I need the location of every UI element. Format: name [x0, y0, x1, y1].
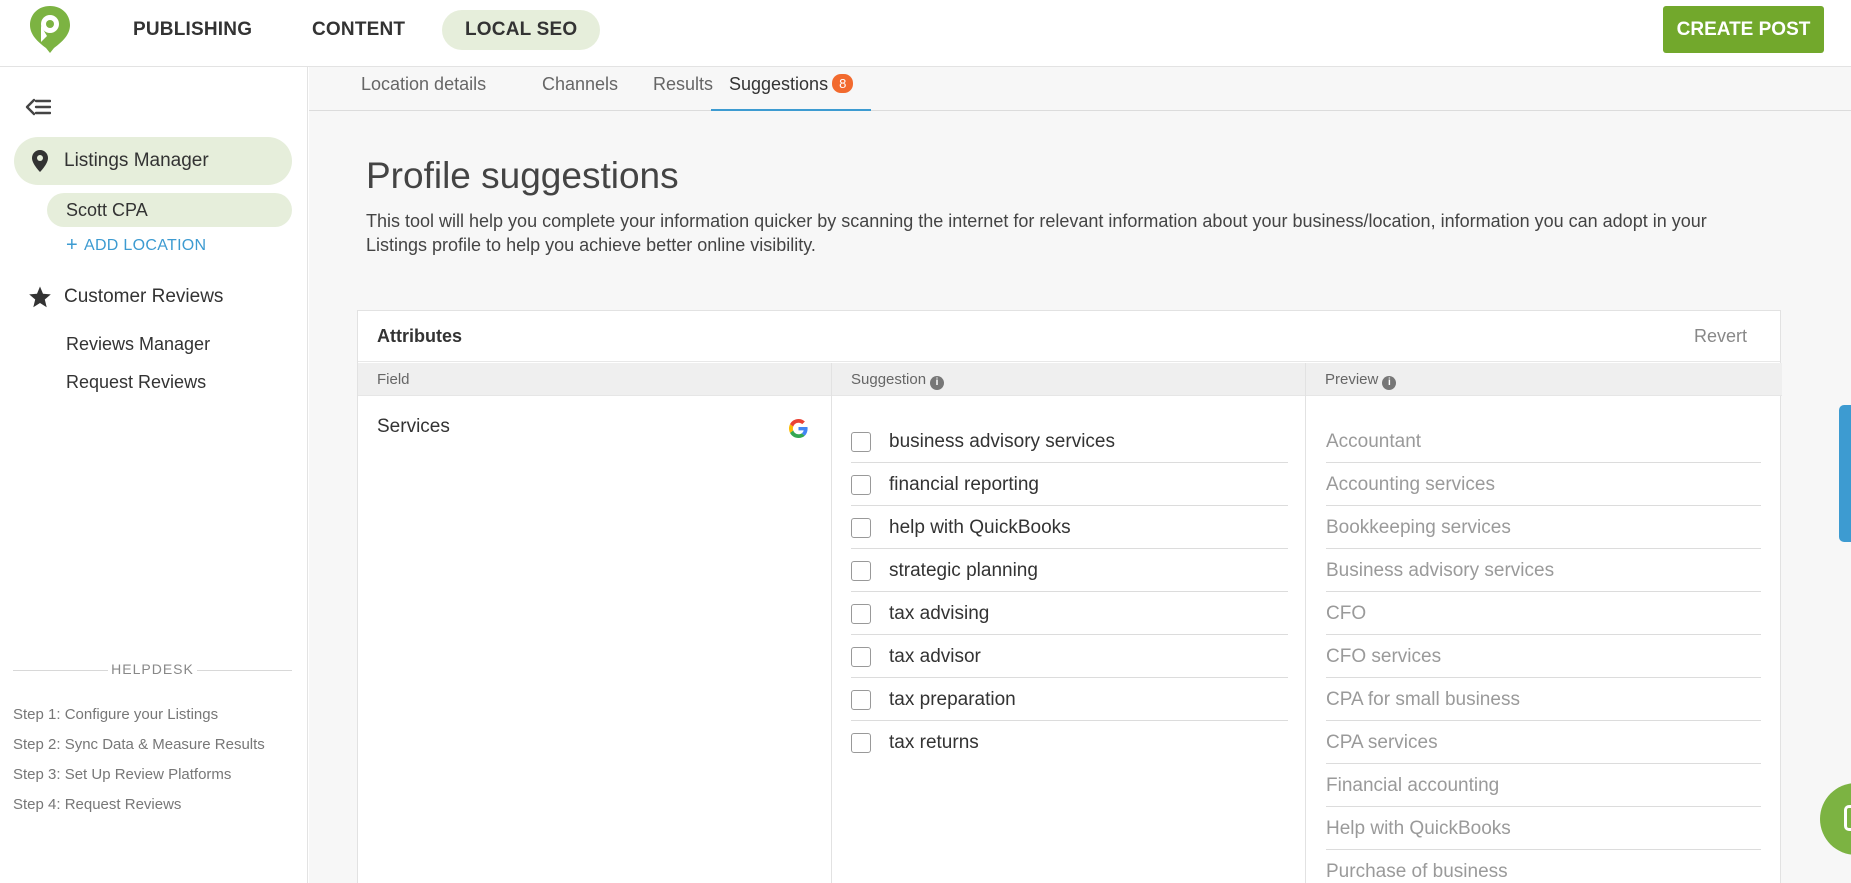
preview-item: Business advisory services: [1326, 549, 1761, 592]
add-location-label: ADD LOCATION: [83, 237, 207, 254]
attributes-card: Attributes Revert Field Suggestion i Prev…: [357, 310, 1782, 883]
feedback-side-tab[interactable]: [1839, 405, 1851, 542]
suggestion-checkbox[interactable]: [851, 733, 871, 753]
sidebar-item-request-reviews[interactable]: Request Reviews: [47, 365, 292, 399]
suggestion-label: tax advising: [889, 603, 990, 624]
suggestion-label: financial reporting: [889, 474, 1039, 495]
suggestion-checkbox[interactable]: [851, 518, 871, 538]
suggestion-checkbox[interactable]: [851, 475, 871, 495]
suggestion-checkbox[interactable]: [851, 647, 871, 667]
sidebar-location-scott-cpa[interactable]: Scott CPA: [47, 193, 292, 227]
suggestion-label: help with QuickBooks: [889, 517, 1071, 538]
suggestion-label: tax advisor: [889, 646, 981, 667]
create-post-button[interactable]: CREATE POST: [1663, 6, 1824, 53]
suggestions-count-badge: 8: [832, 74, 854, 93]
sidebar-item-label: Customer Reviews: [64, 286, 224, 307]
suggestion-item[interactable]: tax advising: [851, 592, 1288, 635]
helpdesk-step-4[interactable]: Step 4: Request Reviews: [13, 796, 181, 813]
divider: [197, 670, 292, 671]
suggestion-item[interactable]: tax advisor: [851, 635, 1288, 678]
suggestion-label: tax returns: [889, 732, 979, 753]
nav-publishing[interactable]: PUBLISHING: [110, 10, 275, 50]
nav-local-seo[interactable]: LOCAL SEO: [442, 10, 601, 50]
helpdesk-step-1[interactable]: Step 1: Configure your Listings: [13, 706, 218, 723]
map-pin-icon: [32, 150, 48, 172]
suggestion-label: strategic planning: [889, 560, 1038, 581]
tab-channels[interactable]: Channels: [524, 67, 636, 111]
tab-suggestions[interactable]: Suggestions 8: [711, 67, 872, 111]
column-header-field: Field: [358, 363, 831, 396]
preview-item: CPA for small business: [1326, 678, 1761, 721]
preview-item: Purchase of business: [1326, 850, 1761, 883]
suggestion-checkbox[interactable]: [851, 604, 871, 624]
suggestion-item[interactable]: help with QuickBooks: [851, 506, 1288, 549]
nav-content[interactable]: CONTENT: [289, 10, 428, 50]
suggestion-list: business advisory services financial rep…: [832, 311, 1305, 883]
helpdesk-header: HELPDESK: [13, 660, 292, 680]
main-content: Location details Channels Results Sugges…: [309, 67, 1851, 883]
suggestion-item[interactable]: tax returns: [851, 721, 1288, 764]
helpdesk-step-2[interactable]: Step 2: Sync Data & Measure Results: [13, 736, 265, 753]
star-icon: [29, 286, 51, 308]
sidebar-item-reviews-manager[interactable]: Reviews Manager: [47, 327, 292, 361]
sidebar-item-listings-manager[interactable]: Listings Manager: [14, 137, 292, 185]
sidebar: Listings Manager Scott CPA + ADD LOCATION…: [0, 67, 308, 883]
preview-item: CPA services: [1326, 721, 1761, 764]
preview-item: CFO services: [1326, 635, 1761, 678]
preview-item: CFO: [1326, 592, 1761, 635]
tab-suggestions-label: Suggestions: [729, 74, 829, 94]
page-description: This tool will help you complete your in…: [366, 211, 1707, 255]
preview-item: Bookkeeping services: [1326, 506, 1761, 549]
preview-item: Help with QuickBooks: [1326, 807, 1761, 850]
preview-list: Accountant Accounting services Bookkeepi…: [1306, 311, 1782, 883]
suggestion-checkbox[interactable]: [851, 432, 871, 452]
collapse-sidebar-icon[interactable]: [25, 96, 51, 118]
preview-item: Accountant: [1326, 420, 1761, 463]
helpdesk-title: HELPDESK: [111, 661, 194, 677]
top-bar: PUBLISHING CONTENT LOCAL SEO CREATE POST: [0, 0, 1851, 67]
suggestion-item[interactable]: financial reporting: [851, 463, 1288, 506]
preview-item: Accounting services: [1326, 463, 1761, 506]
suggestion-checkbox[interactable]: [851, 561, 871, 581]
suggestion-item[interactable]: strategic planning: [851, 549, 1288, 592]
suggestion-checkbox[interactable]: [851, 690, 871, 710]
page-title: Profile suggestions: [366, 155, 679, 196]
plus-icon: +: [66, 234, 78, 256]
suggestion-item[interactable]: tax preparation: [851, 678, 1288, 721]
sidebar-item-customer-reviews[interactable]: Customer Reviews: [14, 273, 292, 321]
tab-bar: Location details Channels Results Sugges…: [309, 67, 1851, 111]
column-header-label: Field: [377, 371, 410, 388]
tab-location-details[interactable]: Location details: [343, 67, 504, 111]
brand-logo-icon[interactable]: [28, 4, 72, 54]
suggestion-label: business advisory services: [889, 431, 1115, 452]
suggestion-label: tax preparation: [889, 689, 1016, 710]
add-location-link[interactable]: + ADD LOCATION: [66, 233, 206, 256]
helpdesk-step-3[interactable]: Step 3: Set Up Review Platforms: [13, 766, 231, 783]
chat-icon: [1844, 805, 1851, 831]
sidebar-item-label: Listings Manager: [64, 150, 209, 171]
field-name-services: Services: [377, 416, 450, 437]
google-icon: [789, 419, 808, 438]
suggestion-item[interactable]: business advisory services: [851, 420, 1288, 463]
preview-item: Financial accounting: [1326, 764, 1761, 807]
card-title: Attributes: [377, 326, 462, 346]
